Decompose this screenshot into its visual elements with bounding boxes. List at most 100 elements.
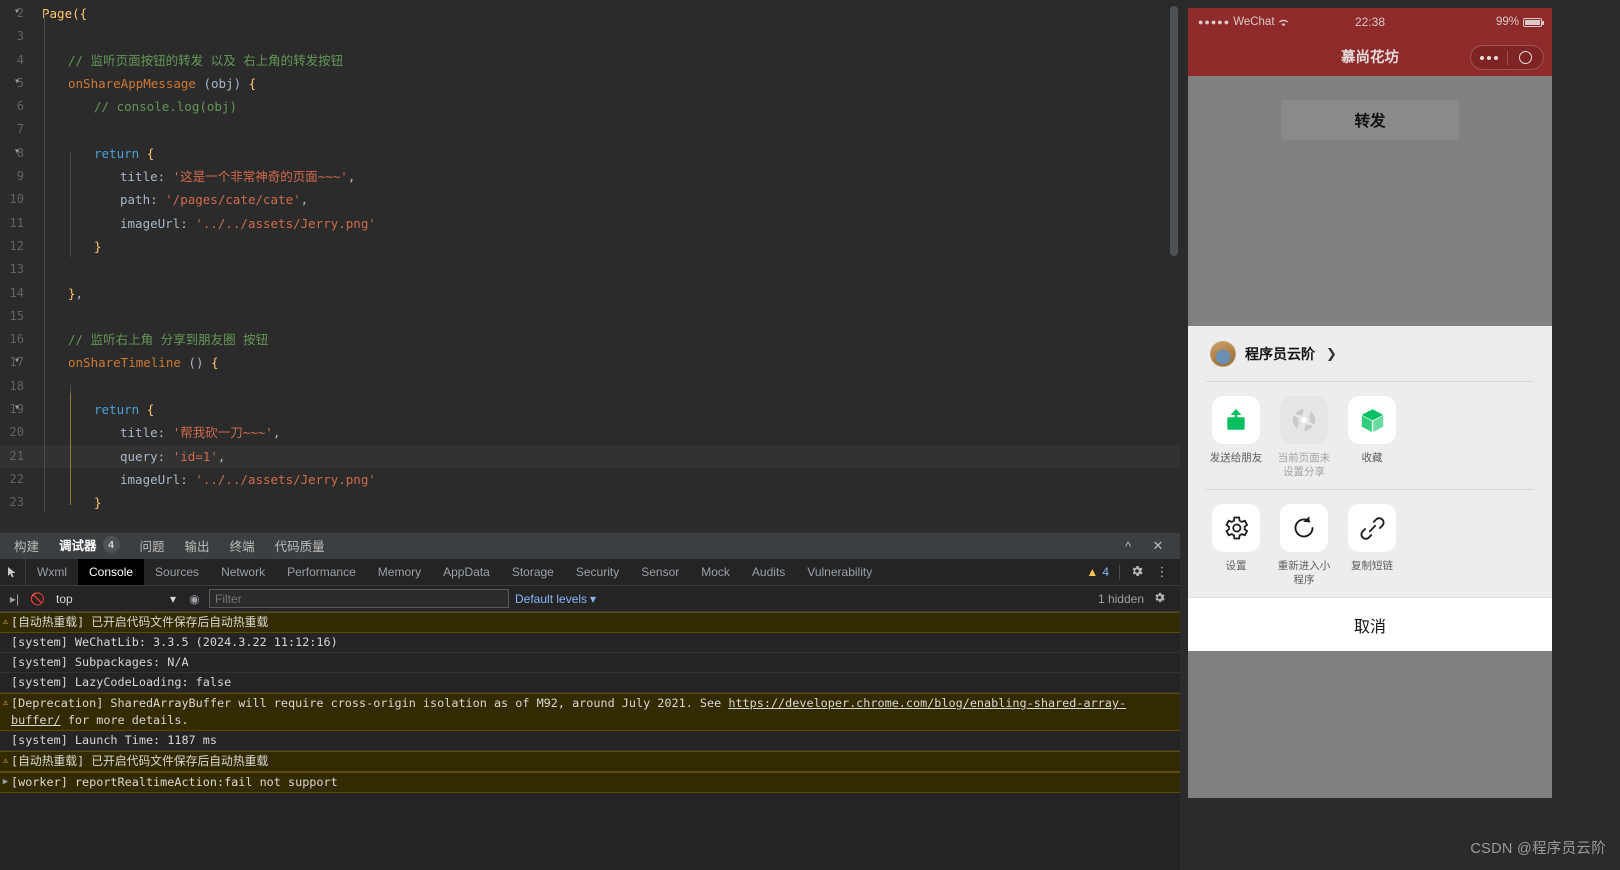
code-line[interactable]: 7 [0,118,1180,141]
devtools-tab-network[interactable]: Network [210,559,276,585]
console-log-text: [Deprecation] SharedArrayBuffer will req… [11,695,1180,729]
share-upload-icon[interactable] [1212,396,1260,444]
code-line[interactable]: 23} [0,491,1180,514]
code-line[interactable]: 5onShareAppMessage (obj) { [0,72,1180,95]
ide-tab-2[interactable]: 问题 [130,532,175,560]
ide-tab-1[interactable]: 调试器 4 [49,531,130,561]
code-line[interactable]: 8return { [0,142,1180,165]
code-line[interactable]: 22 imageUrl: '../../assets/Jerry.png' [0,468,1180,491]
share-option-2[interactable]: 复制短链 [1338,504,1406,587]
collapse-panel-icon[interactable]: ^ [1120,539,1136,554]
devtools-tab-performance[interactable]: Performance [276,559,367,585]
code-line[interactable]: 10 path: '/pages/cate/cate', [0,188,1180,211]
console-message-list[interactable]: ⚠ [自动热重载] 已开启代码文件保存后自动热重载 [system] WeChatL… [0,612,1180,793]
ide-bottom-tabbar[interactable]: 构建 调试器 4 问题 输出 终端 代码质量 ^ ✕ [0,531,1180,561]
console-filter-input[interactable] [209,589,509,608]
devtools-tab-sources[interactable]: Sources [144,559,210,585]
cube-glyph [1361,408,1383,432]
console-log-row[interactable]: [system] Subpackages: N/A [0,653,1180,673]
code-line[interactable]: 11 imageUrl: '../../assets/Jerry.png' [0,212,1180,235]
code-line[interactable]: 9 title: '这是一个非常神奇的页面~~~', [0,165,1180,188]
code-line[interactable]: 19return { [0,398,1180,421]
console-log-row[interactable]: ⚠ [自动热重载] 已开启代码文件保存后自动热重载 [0,612,1180,633]
more-options-icon[interactable]: ⋮ [1154,564,1170,580]
cancel-button[interactable]: 取消 [1188,597,1552,651]
console-log-row[interactable]: [system] LazyCodeLoading: false [0,673,1180,693]
code-line[interactable]: 17onShareTimeline () { [0,351,1180,374]
code-line[interactable]: 20 title: '帮我砍一刀~~~', [0,421,1180,444]
console-log-row[interactable]: ▶ [worker] reportRealtimeAction:fail not … [0,772,1180,793]
devtools-tab-memory[interactable]: Memory [367,559,432,585]
share-option-1[interactable]: 当前页面未设置分享 [1270,396,1338,479]
ide-tab-4[interactable]: 终端 [220,532,265,560]
devtools-tabbar[interactable]: Wxml Console Sources Network Performance Memo… [0,559,1180,586]
fold-chevron-icon[interactable] [11,76,23,88]
code-line[interactable]: 18 [0,375,1180,398]
code-text: onShareTimeline () { [42,351,219,374]
devtools-tab-wxml[interactable]: Wxml [26,559,78,585]
console-sidebar-toggle-icon[interactable]: ▸| [6,592,23,606]
console-log-row[interactable]: [system] Launch Time: 1187 ms [0,731,1180,751]
devtools-tab-audits[interactable]: Audits [741,559,796,585]
more-menu-icon[interactable] [1471,55,1507,60]
aperture-icon[interactable] [1280,396,1328,444]
code-line[interactable]: 3 [0,25,1180,48]
miniprogram-page-body: 转发 [1188,76,1552,326]
link-icon[interactable] [1348,504,1396,552]
share-option-2[interactable]: 收藏 [1338,396,1406,479]
code-line[interactable]: 21 query: 'id=1', [0,444,1180,468]
code-line[interactable]: 2Page({ [0,2,1180,25]
fold-chevron-icon[interactable] [11,6,23,18]
fold-chevron-icon[interactable] [11,355,23,367]
editor-vertical-scrollbar[interactable] [1170,6,1178,256]
fold-chevron-icon[interactable] [11,146,23,158]
code-editor[interactable]: 2Page({3 4 // 监听页面按钮的转发 以及 右上角的转发按钮 5onShar… [0,0,1180,532]
share-button[interactable]: 转发 [1281,100,1459,140]
share-option-1[interactable]: 重新进入小程序 [1270,504,1338,587]
console-log-row[interactable]: ⚠ [自动热重载] 已开启代码文件保存后自动热重载 [0,751,1180,772]
line-number: 12 [9,238,24,253]
log-levels-select[interactable]: Default levels ▾ [515,592,596,606]
code-lines[interactable]: 2Page({3 4 // 监听页面按钮的转发 以及 右上角的转发按钮 5onShar… [0,0,1180,515]
share-options-row-2[interactable]: 设置 重新进入小程序 复制短链 [1188,490,1552,597]
console-log-row[interactable]: ⚠ [Deprecation] SharedArrayBuffer will re… [0,693,1180,731]
code-line[interactable]: 6 // console.log(obj) [0,95,1180,118]
expand-triangle-icon: ▶ [2,777,9,787]
devtools-tab-storage[interactable]: Storage [501,559,565,585]
refresh-icon[interactable] [1280,504,1328,552]
ide-tab-5[interactable]: 代码质量 [265,532,335,560]
close-miniprogram-icon[interactable] [1508,51,1544,64]
gear-icon[interactable] [1212,504,1260,552]
console-log-row[interactable]: [system] WeChatLib: 3.3.5 (2024.3.22 11:… [0,633,1180,653]
devtools-tab-console[interactable]: Console [78,559,145,585]
execution-context-select[interactable]: top ▾ [52,589,180,608]
devtools-tab-sensor[interactable]: Sensor [630,559,690,585]
ide-tab-3[interactable]: 输出 [175,532,220,560]
share-option-0[interactable]: 发送给朋友 [1202,396,1270,479]
settings-gear-icon[interactable] [1130,564,1144,581]
console-settings-icon[interactable] [1153,591,1166,607]
code-line[interactable]: 15 [0,305,1180,328]
devtools-tab-mock[interactable]: Mock [690,559,741,585]
ide-tab-badge: 4 [102,536,120,553]
code-line[interactable]: 13 [0,258,1180,281]
code-line[interactable]: 12} [0,235,1180,258]
share-options-row-1[interactable]: 发送给朋友 当前页面未设置分享 收藏 [1188,382,1552,489]
cube-icon[interactable] [1348,396,1396,444]
share-account-row[interactable]: 程序员云阶 ❯ [1188,326,1552,381]
inspect-element-icon[interactable] [0,559,26,585]
close-panel-icon[interactable]: ✕ [1150,538,1166,554]
wechat-capsule-button[interactable] [1470,45,1544,70]
share-option-0[interactable]: 设置 [1202,504,1270,587]
live-expression-eye-icon[interactable]: ◉ [186,592,203,606]
devtools-tab-vulnerability[interactable]: Vulnerability [796,559,883,585]
code-line[interactable]: 14}, [0,282,1180,305]
fold-chevron-icon[interactable] [11,402,23,414]
warning-count-chip[interactable]: ▲ 4 [1086,565,1109,579]
ide-tab-0[interactable]: 构建 [4,532,49,560]
code-line[interactable]: 16 // 监听右上角 分享到朋友圈 按钮 [0,328,1180,351]
clear-console-icon[interactable]: 🚫 [29,592,46,606]
devtools-tab-security[interactable]: Security [565,559,630,585]
code-line[interactable]: 4 // 监听页面按钮的转发 以及 右上角的转发按钮 [0,49,1180,72]
devtools-tab-appdata[interactable]: AppData [432,559,501,585]
